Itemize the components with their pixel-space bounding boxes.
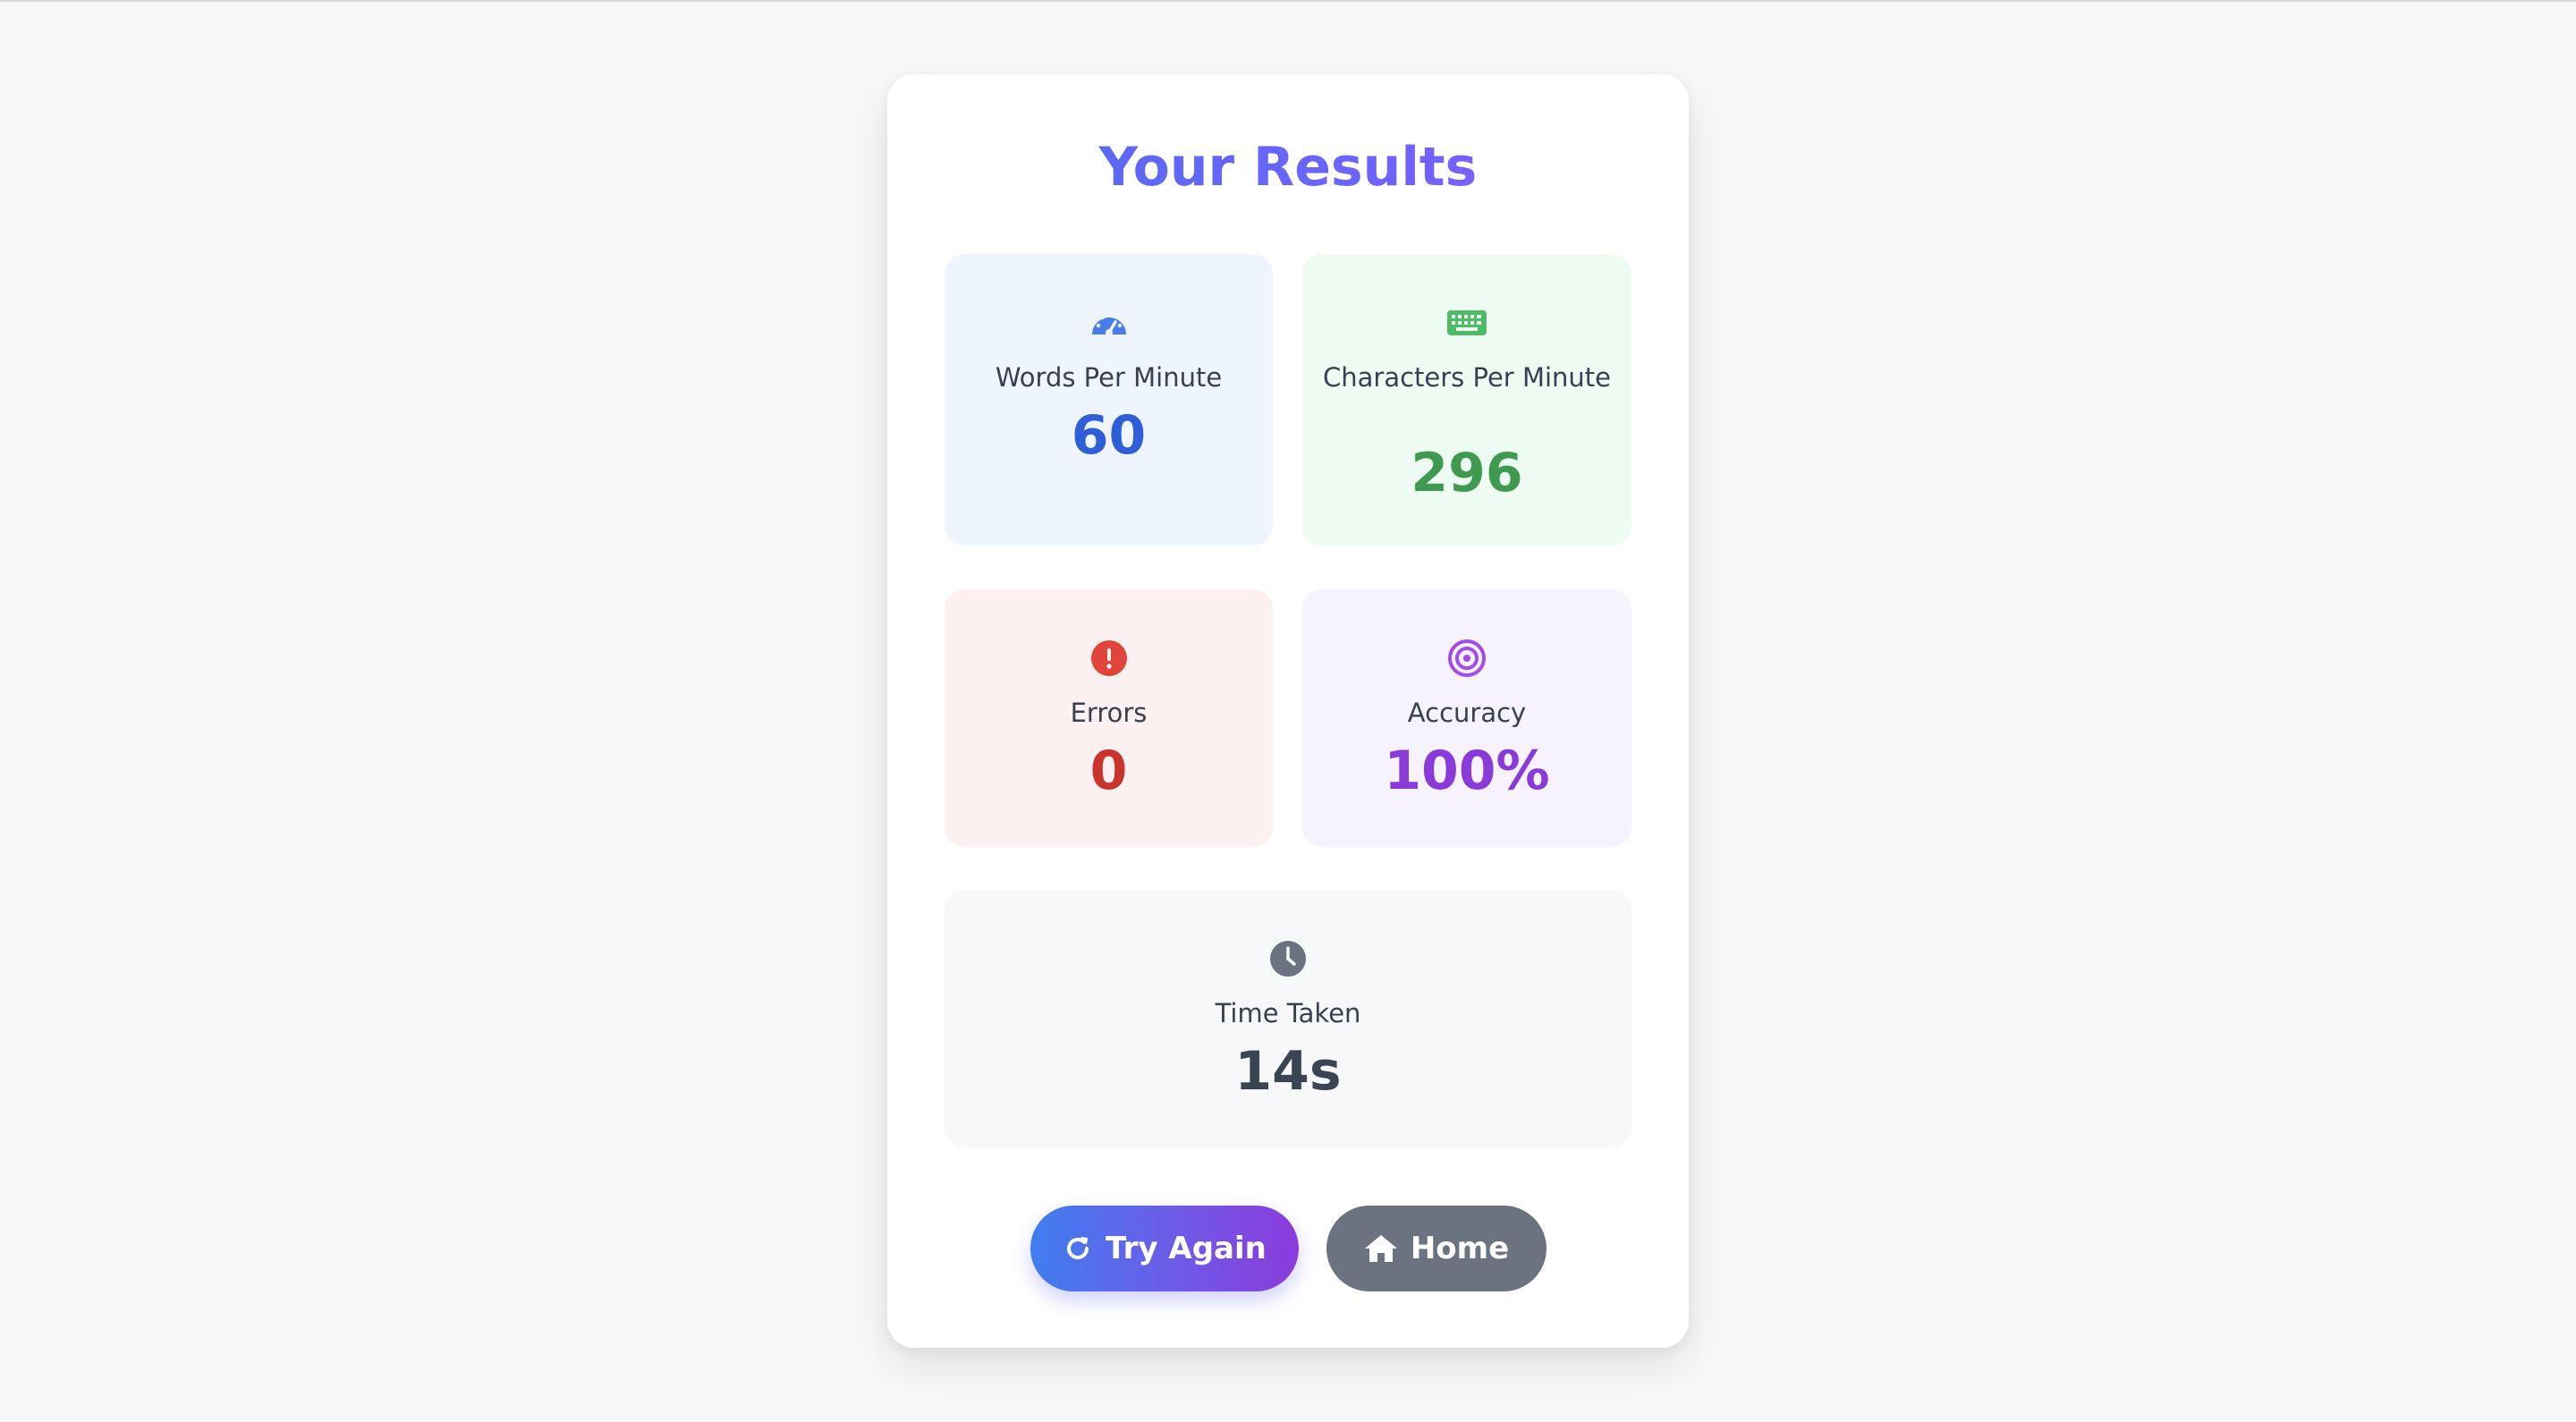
exclamation-circle-icon	[1089, 638, 1130, 679]
top-border	[0, 0, 2576, 2]
target-icon	[1446, 638, 1487, 679]
stat-card-wpm: Words Per Minute 60	[945, 254, 1273, 546]
results-card: Your Results Words Per Minute 60 Charact…	[887, 74, 1689, 1348]
stat-value: 14s	[1234, 1040, 1342, 1103]
gauge-icon	[1089, 302, 1130, 343]
stat-card-accuracy: Accuracy 100%	[1302, 589, 1631, 847]
stat-label: Errors	[1070, 698, 1148, 728]
stat-label: Accuracy	[1407, 698, 1527, 728]
page-title: Your Results	[887, 123, 1689, 212]
stat-label: Time Taken	[1215, 998, 1361, 1028]
home-button[interactable]: Home	[1326, 1206, 1546, 1291]
stat-value: 296	[1411, 442, 1523, 504]
try-again-label: Try Again	[1106, 1231, 1267, 1266]
stat-card-cpm: Characters Per Minute 296	[1302, 254, 1631, 546]
stat-card-time: Time Taken 14s	[945, 890, 1631, 1147]
redo-icon	[1067, 1237, 1089, 1260]
stat-value: 0	[1089, 740, 1128, 802]
clock-icon	[1267, 938, 1309, 979]
stat-label: Characters Per Minute	[1323, 362, 1611, 393]
stat-value: 60	[1071, 404, 1147, 467]
stat-value: 100%	[1384, 740, 1550, 802]
home-icon	[1364, 1235, 1397, 1262]
stat-card-errors: Errors 0	[945, 589, 1273, 847]
home-label: Home	[1410, 1231, 1510, 1266]
keyboard-icon	[1446, 302, 1487, 343]
try-again-button[interactable]: Try Again	[1030, 1206, 1299, 1291]
stat-label: Words Per Minute	[995, 362, 1223, 393]
